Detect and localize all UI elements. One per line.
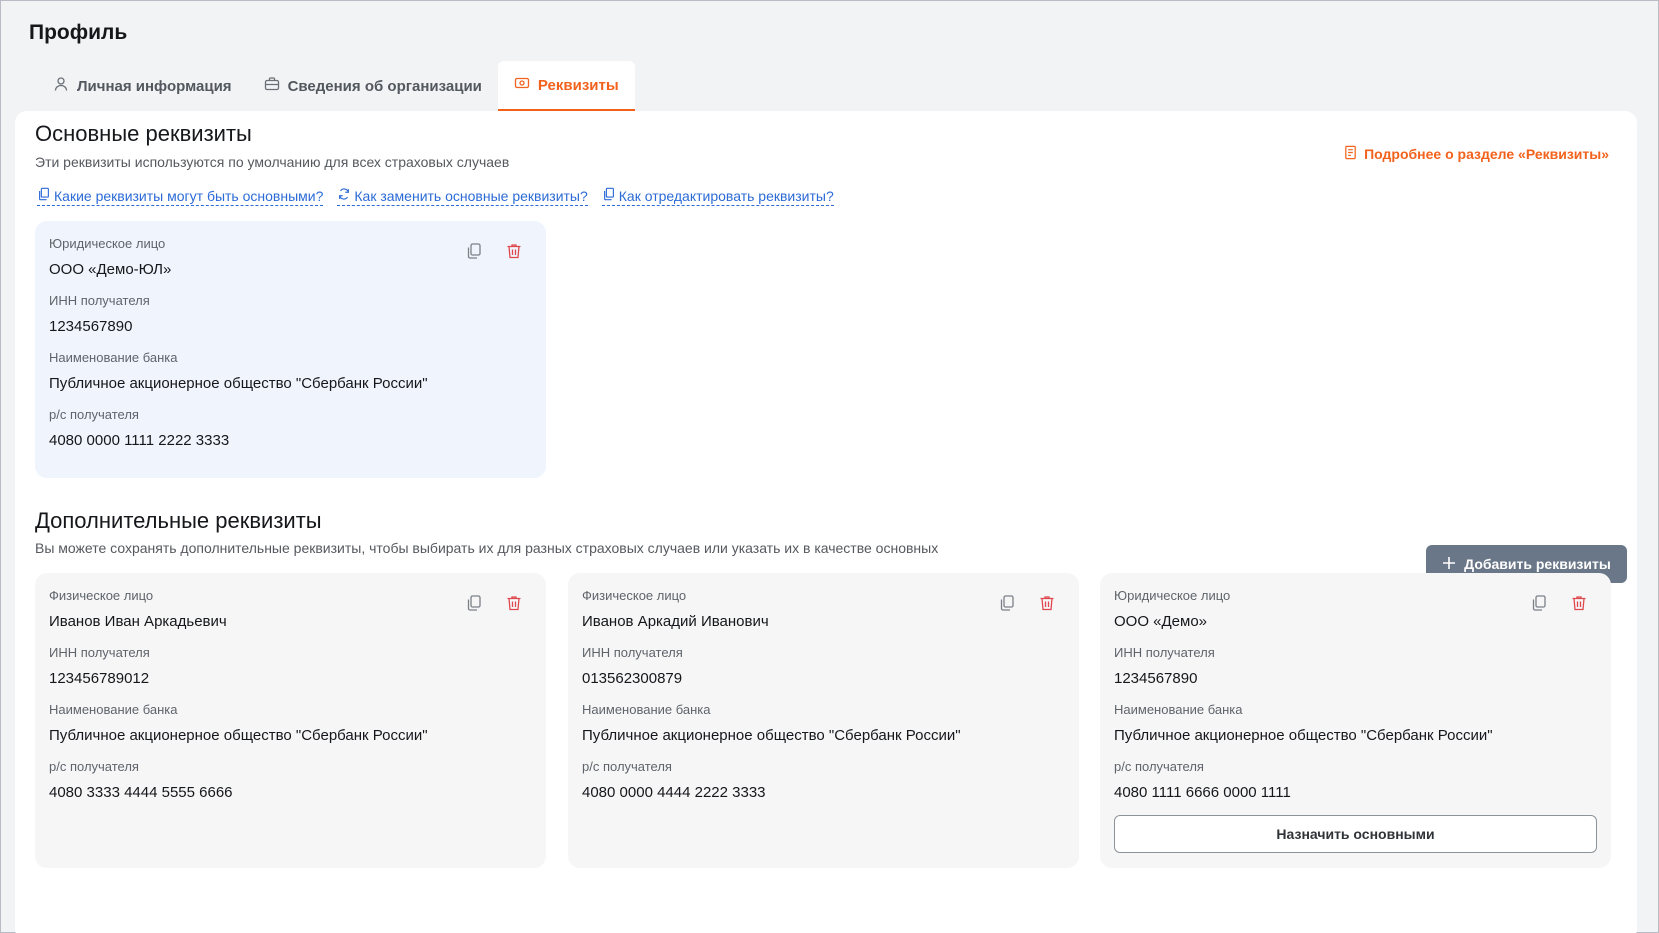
entity-name-value: Иванов Аркадий Иванович [582,613,769,630]
entity-type-label: Физическое лицо [582,588,687,603]
entity-name-value: Иванов Иван Аркадьевич [49,613,227,630]
inn-value: 1234567890 [1114,670,1198,687]
help-link-label: Какие реквизиты могут быть основными? [54,187,324,204]
tab-label: Сведения об организации [287,77,482,95]
bank-value: Публичное акционерное общество "Сбербанк… [1114,727,1493,744]
tab-label: Реквизиты [537,76,619,94]
bank-label: Наименование банка [582,702,711,717]
extra-requisites-subtitle: Вы можете сохранять дополнительные рекви… [35,540,939,556]
inn-label: ИНН получателя [582,645,683,660]
copy-icon [465,242,483,265]
delete-button[interactable] [1569,595,1589,615]
bank-value: Публичное акционерное общество "Сбербанк… [582,727,961,744]
inn-value: 1234567890 [49,318,133,335]
set-as-main-button[interactable]: Назначить основными [1114,815,1597,853]
bank-label: Наименование банка [1114,702,1243,717]
main-requisites-title: Основные реквизиты [35,121,252,146]
main-requisites-subtitle: Эти реквизиты используются по умолчанию … [35,154,510,170]
entity-name-value: ООО «Демо-ЮЛ» [49,261,172,278]
entity-name-value: ООО «Демо» [1114,613,1208,630]
trash-icon [505,242,523,265]
trash-icon [1038,594,1056,617]
card-actions [464,594,524,617]
bank-value: Публичное акционерное общество "Сбербанк… [49,727,428,744]
copy-icon [37,187,51,204]
tab-personal-info[interactable]: Личная информация [37,61,248,111]
trash-icon [505,594,523,617]
inn-label: ИНН получателя [1114,645,1215,660]
account-label: р/с получателя [1114,759,1204,774]
inn-value: 013562300879 [582,670,683,687]
inn-value: 123456789012 [49,670,150,687]
main-requisites-card: Юридическое лицо ООО «Демо-ЮЛ» ИНН получ… [35,221,546,478]
tab-organization-info[interactable]: Сведения об организации [248,61,498,111]
extra-requisites-card: Физическое лицо Иванов Иван Аркадьевич И… [35,573,546,868]
document-icon [1343,145,1358,163]
requisites-panel: Основные реквизиты Эти реквизиты использ… [15,111,1637,933]
more-link-label: Подробнее о разделе «Реквизиты» [1364,146,1609,162]
card-actions [1529,594,1589,617]
bank-label: Наименование банка [49,702,178,717]
copy-icon [998,594,1016,617]
page-title: Профиль [29,21,128,44]
copy-icon [465,594,483,617]
add-button-label: Добавить реквизиты [1464,556,1611,572]
help-link-how-to-edit[interactable]: Как отредактировать реквизиты? [601,187,834,206]
help-link-label: Как заменить основные реквизиты? [354,187,588,204]
user-icon [53,76,69,96]
profile-page: Профиль Личная информация Сведения об ор… [0,0,1659,933]
tab-label: Личная информация [77,77,232,95]
tab-bar: Личная информация Сведения об организаци… [37,61,635,111]
trash-icon [1570,594,1588,617]
delete-button[interactable] [1037,595,1057,615]
account-label: р/с получателя [49,759,139,774]
card-actions [997,594,1057,617]
account-value: 4080 1111 6666 0000 1111 [1114,784,1291,801]
more-about-requisites-link[interactable]: Подробнее о разделе «Реквизиты» [1343,145,1609,163]
card-actions [464,242,524,265]
help-link-which-can-be-main[interactable]: Какие реквизиты могут быть основными? [37,187,324,206]
refresh-icon [337,187,351,204]
help-link-how-to-replace[interactable]: Как заменить основные реквизиты? [337,187,588,206]
help-link-label: Как отредактировать реквизиты? [618,187,834,204]
copy-icon [1530,594,1548,617]
copy-button[interactable] [464,594,484,617]
entity-type-label: Юридическое лицо [49,236,166,251]
account-value: 4080 0000 4444 2222 3333 [582,784,766,801]
account-value: 4080 0000 1111 2222 3333 [49,432,230,449]
entity-type-label: Физическое лицо [49,588,154,603]
banknote-icon [514,75,530,95]
copy-button[interactable] [997,594,1017,617]
entity-type-label: Юридическое лицо [1114,588,1231,603]
bank-label: Наименование банка [49,350,178,365]
account-label: р/с получателя [49,407,139,422]
extra-requisites-card: Физическое лицо Иванов Аркадий Иванович … [568,573,1079,868]
inn-label: ИНН получателя [49,293,150,308]
copy-button[interactable] [1529,594,1549,617]
copy-button[interactable] [464,242,484,265]
delete-button[interactable] [504,243,524,263]
inn-label: ИНН получателя [49,645,150,660]
bank-value: Публичное акционерное общество "Сбербанк… [49,375,428,392]
account-label: р/с получателя [582,759,672,774]
help-links: Какие реквизиты могут быть основными? Ка… [37,187,834,206]
delete-button[interactable] [504,595,524,615]
plus-icon [1442,556,1456,573]
briefcase-icon [264,76,280,96]
extra-requisites-card: Юридическое лицо ООО «Демо» ИНН получате… [1100,573,1611,868]
tab-requisites[interactable]: Реквизиты [497,61,635,111]
extra-requisites-title: Дополнительные реквизиты [35,508,322,533]
copy-icon [602,187,616,204]
account-value: 4080 3333 4444 5555 6666 [49,784,233,801]
